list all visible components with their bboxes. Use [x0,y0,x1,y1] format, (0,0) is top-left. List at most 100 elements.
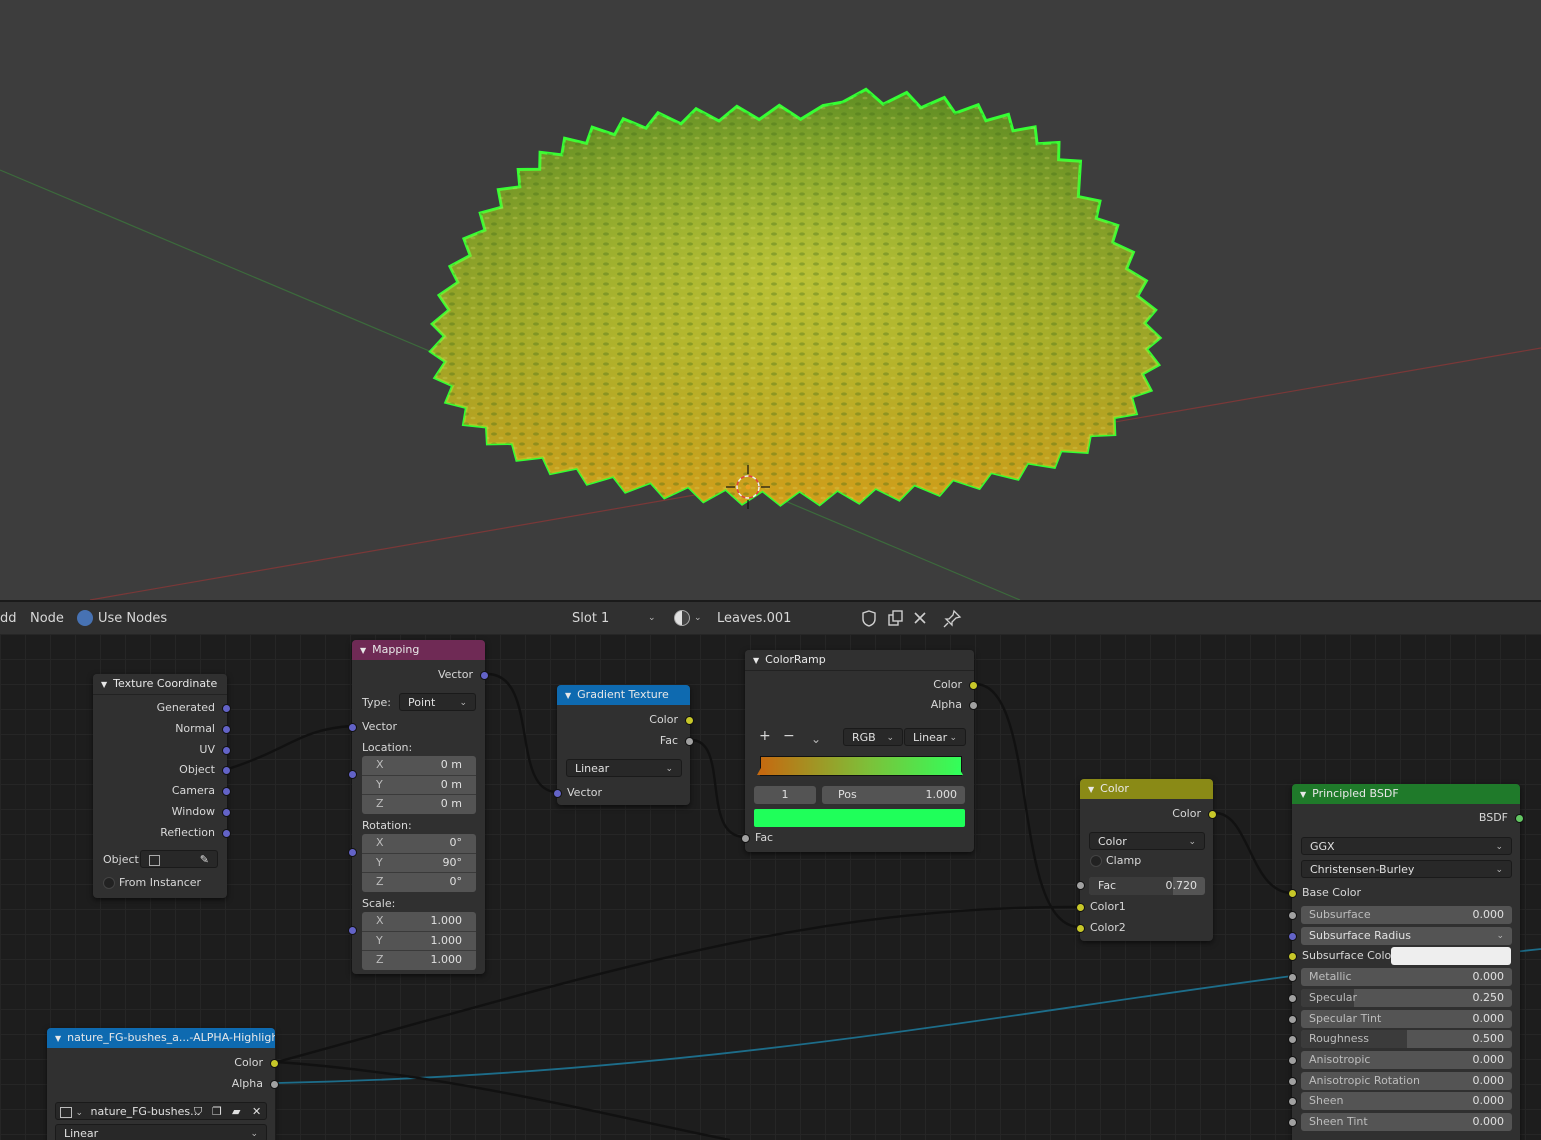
duplicate-material-icon[interactable] [887,610,904,631]
collapse-triangle-icon[interactable]: ▼ [101,680,107,689]
roughness-socket[interactable] [1288,1035,1297,1045]
collapse-triangle-icon[interactable]: ▼ [1088,785,1094,794]
menu-add[interactable]: dd [0,611,17,626]
location-socket[interactable] [348,770,357,779]
node-header[interactable]: ▼ Mapping [352,640,485,660]
output-uv-socket[interactable] [222,745,231,755]
anisotropic-rotation-socket[interactable] [1288,1076,1297,1086]
node-header[interactable]: ▼ Gradient Texture [557,685,690,705]
subsurface-color-socket[interactable] [1288,952,1297,962]
node-header[interactable]: ▼ Color [1080,779,1213,799]
stop-pos-field[interactable]: Pos 1.000 [822,786,965,804]
rotation-y-field[interactable]: Y 90° [362,854,476,874]
object-field[interactable]: ✎ [140,850,218,868]
collapse-triangle-icon[interactable]: ▼ [753,656,759,665]
pin-icon[interactable] [942,609,962,633]
chevron-down-icon[interactable]: ⌄ [811,732,821,746]
type-dropdown[interactable]: Point ⌄ [399,693,476,711]
specular-tint-slider[interactable]: Specular Tint 0.000 [1301,1009,1512,1028]
chevron-down-icon[interactable]: ⌄ [694,613,702,623]
stop-color-swatch[interactable] [754,809,965,827]
close-icon[interactable]: ✕ [252,1103,261,1119]
node-colorramp[interactable]: ▼ ColorRamp Color Alpha + − ⌄ RGB ⌄ Linear… [741,650,978,852]
input-color1-socket[interactable] [1076,903,1085,912]
use-nodes-checkbox[interactable] [77,610,93,626]
scale-z-field[interactable]: Z 1.000 [362,951,476,970]
subsurface-radius-field[interactable]: Subsurface Radius ⌄ [1301,926,1512,945]
fake-user-shield-icon[interactable]: ⛉ [194,1103,202,1119]
node-gradient-texture[interactable]: ▼ Gradient Texture Color Fac Linear ⌄ Vect… [553,685,694,805]
image-icon[interactable] [60,1106,72,1118]
eyedropper-icon[interactable]: ✎ [200,851,209,867]
location-z-field[interactable]: Z 0 m [362,795,476,814]
chevron-down-icon[interactable]: ⌄ [76,1108,84,1118]
output-vector-socket[interactable] [480,671,489,680]
output-alpha-socket[interactable] [969,701,978,710]
anisotropic-slider[interactable]: Anisotropic 0.000 [1301,1050,1512,1069]
input-fac-socket[interactable] [1076,881,1085,890]
anisotropic-socket[interactable] [1288,1055,1297,1065]
input-color2-socket[interactable] [1076,924,1085,933]
anisotropic-rotation-slider[interactable]: Anisotropic Rotation 0.000 [1301,1071,1512,1090]
color-mode-dropdown[interactable]: RGB ⌄ [843,728,903,746]
fac-slider[interactable]: Fac 0.720 [1089,877,1205,895]
duplicate-image-icon[interactable]: ❐ [212,1103,222,1119]
collapse-triangle-icon[interactable]: ▼ [360,646,366,655]
node-texture-coordinate[interactable]: ▼ Texture Coordinate Generated Normal UV Obj… [93,674,231,898]
clamp-checkbox[interactable] [1090,855,1102,867]
rotation-socket[interactable] [348,848,357,857]
node-editor-canvas[interactable]: ▼ Texture Coordinate Generated Normal UV Obj… [0,634,1541,1140]
chevron-down-icon[interactable]: ⌄ [648,613,656,623]
scale-socket[interactable] [348,926,357,935]
fake-user-shield-icon[interactable] [861,610,877,631]
output-normal-socket[interactable] [222,724,231,734]
specular-socket[interactable] [1288,993,1297,1003]
slot-select[interactable]: Slot 1 [572,611,609,626]
node-image-texture[interactable]: ▼ nature_FG-bushes_a...-ALPHA-Highlights.… [47,1028,279,1140]
material-name-field[interactable]: Leaves.001 [717,611,791,626]
location-y-field[interactable]: Y 0 m [362,776,476,796]
image-datablock-field[interactable]: ⌄ nature_FG-bushes... ⛉ ❐ ▰ ✕ [55,1102,267,1120]
image-file-name[interactable]: nature_FG-bushes... [91,1105,201,1118]
node-header[interactable]: ▼ Texture Coordinate [93,674,227,695]
output-alpha-socket[interactable] [270,1080,279,1089]
unlink-close-icon[interactable] [913,610,927,630]
sheen-slider[interactable]: Sheen 0.000 [1301,1092,1512,1111]
sheen-tint-slider[interactable]: Sheen Tint 0.000 [1301,1113,1512,1131]
sheen-socket[interactable] [1288,1097,1297,1107]
specular-tint-socket[interactable] [1288,1014,1297,1024]
output-color-socket[interactable] [270,1059,279,1068]
output-color-socket[interactable] [969,681,978,690]
subsurface-method-dropdown[interactable]: Christensen-Burley ⌄ [1301,860,1512,878]
output-window-socket[interactable] [222,808,231,817]
material-browse-icon[interactable] [674,610,690,626]
stop-0-handle-icon[interactable] [757,766,767,775]
scale-fields[interactable]: X 1.000 Y 1.000 Z 1.000 [362,912,476,970]
add-stop-button[interactable]: + [759,728,771,744]
rotation-fields[interactable]: X 0° Y 90° Z 0° [362,834,476,892]
distribution-dropdown[interactable]: GGX ⌄ [1301,837,1512,855]
metallic-slider[interactable]: Metallic 0.000 [1301,968,1512,987]
input-fac-socket[interactable] [741,834,750,843]
output-generated-socket[interactable] [222,704,231,713]
color-ramp-gradient[interactable] [760,756,962,776]
node-header[interactable]: ▼ nature_FG-bushes_a...-ALPHA-Highlights.… [47,1028,275,1048]
location-fields[interactable]: X 0 m Y 0 m Z 0 m [362,756,476,814]
stop-1-handle-icon[interactable] [953,766,963,775]
scale-y-field[interactable]: Y 1.000 [362,932,476,952]
interpolation-dropdown[interactable]: Linear ⌄ [904,728,966,746]
subsurface-radius-socket[interactable] [1288,931,1297,941]
input-vector-socket[interactable] [553,789,562,798]
stop-index-field[interactable]: 1 [754,786,816,804]
output-bsdf-socket[interactable] [1515,814,1524,823]
output-color-socket[interactable] [685,716,694,725]
location-x-field[interactable]: X 0 m [362,756,476,776]
metallic-socket[interactable] [1288,973,1297,983]
roughness-slider[interactable]: Roughness 0.500 [1301,1030,1512,1049]
remove-stop-button[interactable]: − [783,728,795,744]
rotation-x-field[interactable]: X 0° [362,834,476,854]
blend-mode-dropdown[interactable]: Color ⌄ [1089,832,1205,850]
image-interpolation-dropdown[interactable]: Linear ⌄ [55,1124,267,1140]
collapse-triangle-icon[interactable]: ▼ [1300,790,1306,799]
rotation-z-field[interactable]: Z 0° [362,873,476,892]
